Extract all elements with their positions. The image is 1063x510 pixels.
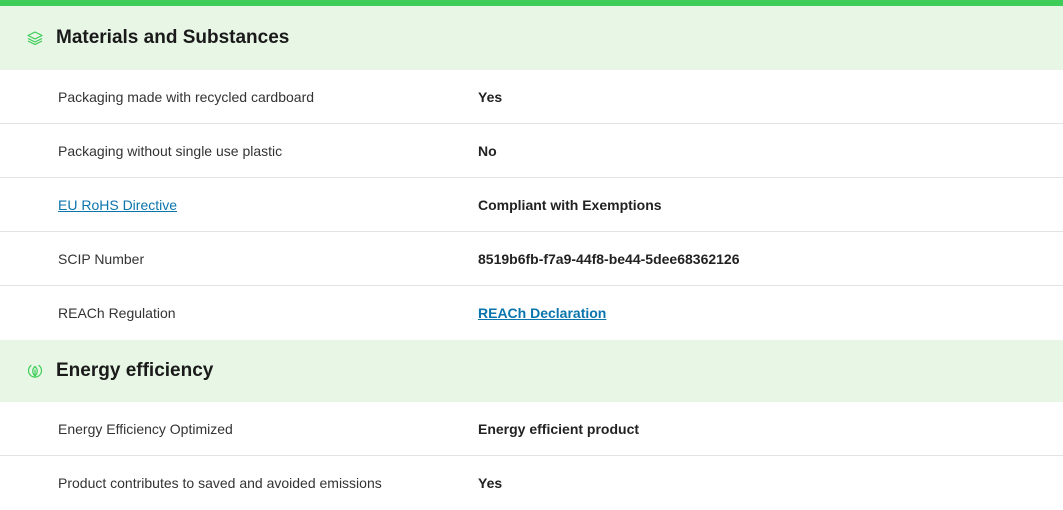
eu-rohs-directive-link[interactable]: EU RoHS Directive	[58, 197, 177, 213]
row-label: Product contributes to saved and avoided…	[58, 475, 382, 491]
section-title: Energy efficiency	[56, 360, 214, 381]
leaf-icon	[25, 361, 45, 381]
row-label-cell: EU RoHS Directive	[0, 197, 478, 213]
row-value: Yes	[478, 475, 503, 491]
table-row: Energy Efficiency Optimized Energy effic…	[0, 402, 1063, 456]
section-title: Materials and Substances	[56, 27, 290, 48]
row-label: SCIP Number	[58, 250, 145, 267]
row-value: No	[478, 142, 497, 159]
table-row: Packaging without single use plastic No	[0, 124, 1063, 178]
table-row: SCIP Number 8519b6fb-f7a9-44f8-be44-5dee…	[0, 232, 1063, 286]
row-label: Packaging without single use plastic	[58, 142, 283, 159]
table-row: Packaging made with recycled cardboard Y…	[0, 70, 1063, 124]
table-row: REACh Regulation REACh Declaration	[0, 286, 1063, 340]
section-header-materials: Materials and Substances	[0, 6, 1063, 70]
section-header-energy: Energy efficiency	[0, 340, 1063, 402]
row-label: Packaging made with recycled cardboard	[58, 88, 315, 105]
row-value: Energy efficient product	[478, 420, 640, 437]
layers-icon	[25, 28, 45, 48]
row-value-cell: REACh Declaration	[478, 305, 606, 321]
row-value: 8519b6fb-f7a9-44f8-be44-5dee68362126	[478, 250, 740, 267]
row-label: REACh Regulation	[58, 305, 176, 321]
reach-declaration-link[interactable]: REACh Declaration	[478, 305, 606, 321]
row-value: Yes	[478, 88, 503, 105]
table-row: EU RoHS Directive Compliant with Exempti…	[0, 178, 1063, 232]
table-row: Product contributes to saved and avoided…	[0, 456, 1063, 510]
row-value: Compliant with Exemptions	[478, 196, 662, 213]
row-label: Energy Efficiency Optimized	[58, 420, 233, 437]
